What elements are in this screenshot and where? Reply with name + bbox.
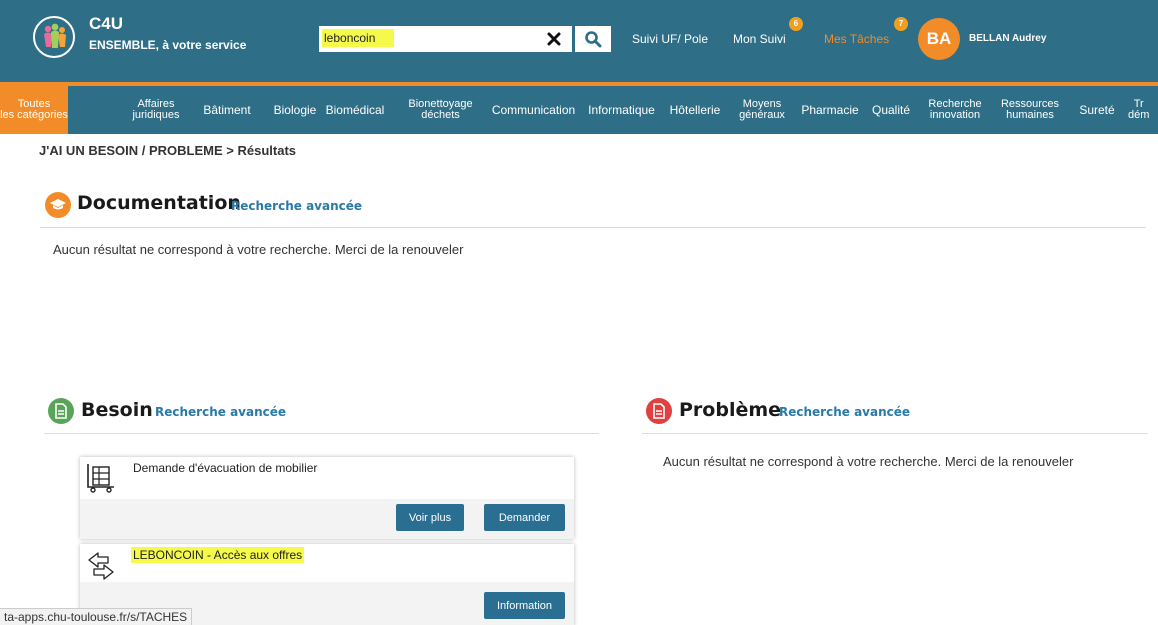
brand-subtitle: ENSEMBLE, à votre service (89, 38, 247, 52)
category-qualite[interactable]: Qualité (870, 86, 912, 134)
category-batiment[interactable]: Bâtiment (198, 86, 256, 134)
documentation-title: Documentation (77, 192, 241, 214)
exchange-arrows-icon (86, 552, 116, 585)
graduation-cap-icon (45, 192, 71, 218)
besoin-advanced-search-link[interactable]: Recherche avancée (155, 405, 286, 419)
search-button[interactable] (575, 26, 611, 52)
user-name[interactable]: BELLAN Audrey (969, 33, 1046, 44)
category-affaires-juridiques[interactable]: Affaires juridiques (118, 86, 194, 134)
search-input[interactable] (322, 29, 394, 47)
category-hotellerie[interactable]: Hôtellerie (668, 86, 722, 134)
probleme-advanced-search-link[interactable]: Recherche avancée (779, 405, 910, 419)
card-title: Demande d'évacuation de mobilier (133, 461, 318, 475)
probleme-divider (642, 433, 1148, 434)
documentation-no-result: Aucun résultat ne correspond à votre rec… (53, 242, 464, 257)
documentation-divider (40, 227, 1146, 228)
card-title: LEBONCOIN - Accès aux offres (131, 547, 305, 563)
category-informatique[interactable]: Informatique (586, 86, 657, 134)
document-icon (48, 398, 74, 424)
top-header: C4U ENSEMBLE, à votre service Suivi UF/ … (0, 0, 1158, 82)
category-recherche-innovation[interactable]: Recherche innovation (925, 86, 985, 134)
category-bionettoyage-dechets[interactable]: Bionettoyage déchets (403, 86, 478, 134)
category-bar: Toutes les catégories Affaires juridiques … (0, 86, 1158, 134)
mon-suivi-link[interactable]: Mon Suivi (733, 32, 786, 46)
browser-status-url: ta-apps.chu-toulouse.fr/s/TACHES (0, 608, 193, 625)
category-pharmacie[interactable]: Pharmacie (800, 86, 860, 134)
breadcrumb: J'AI UN BESOIN / PROBLEME > Résultats (39, 143, 297, 158)
documentation-advanced-search-link[interactable]: Recherche avancée (231, 199, 362, 213)
search-box (319, 26, 572, 52)
category-biologie[interactable]: Biologie (271, 86, 319, 134)
furniture-cart-icon (85, 463, 117, 498)
mes-taches-count-badge: 7 (894, 17, 908, 31)
search-icon (585, 31, 602, 48)
mon-suivi-count-badge: 6 (789, 17, 803, 31)
category-surete[interactable]: Sureté (1074, 86, 1120, 134)
probleme-no-result: Aucun résultat ne correspond à votre rec… (663, 454, 1074, 469)
clear-search-icon[interactable] (545, 30, 563, 48)
c4u-logo[interactable] (33, 16, 75, 58)
besoin-divider (44, 433, 599, 434)
category-moyens-generaux[interactable]: Moyens généraux (734, 86, 790, 134)
category-communication[interactable]: Communication (489, 86, 578, 134)
besoin-card-evacuation[interactable]: Demande d'évacuation de mobilier Voir pl… (80, 457, 574, 539)
probleme-title: Problème (679, 399, 782, 421)
voir-plus-button[interactable]: Voir plus (396, 504, 464, 531)
document-icon (646, 398, 672, 424)
category-truncated[interactable]: Tr dém (1128, 86, 1158, 134)
category-biomedical[interactable]: Biomédical (319, 86, 391, 134)
category-ressources-humaines[interactable]: Ressources humaines (996, 86, 1064, 134)
brand-title: C4U (89, 14, 124, 33)
besoin-title: Besoin (81, 399, 153, 421)
category-toutes[interactable]: Toutes les catégories (0, 86, 68, 134)
demander-button[interactable]: Demander (484, 504, 565, 531)
suivi-uf-pole-link[interactable]: Suivi UF/ Pole (632, 32, 708, 46)
user-avatar[interactable]: BA (918, 18, 960, 60)
information-button[interactable]: Information (484, 592, 565, 619)
mes-taches-link[interactable]: Mes Tâches (824, 32, 889, 46)
